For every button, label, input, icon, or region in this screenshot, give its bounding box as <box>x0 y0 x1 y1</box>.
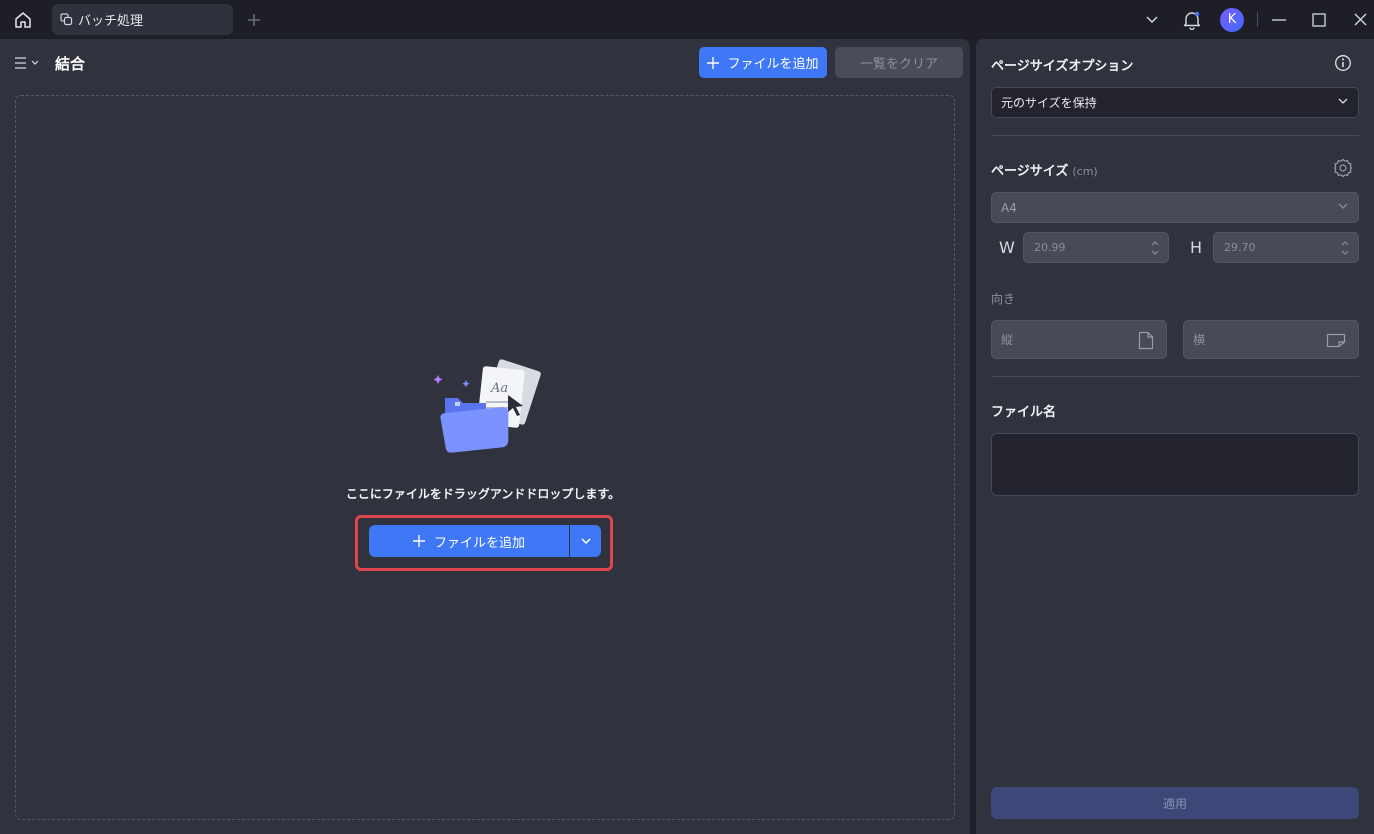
page-size-option-value: 元のサイズを保持 <box>1001 96 1097 110</box>
chevron-down-icon <box>1338 98 1348 105</box>
info-icon[interactable] <box>1334 54 1352 72</box>
apply-button[interactable]: 適用 <box>991 787 1359 819</box>
tab-pages-icon <box>60 13 74 27</box>
page-size-unit: (cm) <box>1072 165 1098 178</box>
page-size-heading: ページサイズ (cm) <box>991 160 1098 179</box>
merge-panel: 結合 ファイルを追加 一覧をクリア Aa ここにファイルをドラッグアンドドロップ… <box>0 39 970 834</box>
avatar: K <box>1220 7 1244 32</box>
home-icon <box>15 12 31 28</box>
divider <box>991 135 1359 136</box>
svg-text:Aa: Aa <box>490 381 508 396</box>
chevron-down-icon <box>1146 16 1158 23</box>
filename-input[interactable] <box>991 433 1359 496</box>
settings-panel: ページサイズオプション 元のサイズを保持 ページサイズ (cm) A4 W 20.… <box>976 39 1374 834</box>
page-size-heading-label: ページサイズ <box>991 164 1069 179</box>
chevron-down-icon <box>580 537 591 544</box>
minimize-icon <box>1272 18 1286 21</box>
menu-button[interactable] <box>14 55 42 71</box>
close-icon <box>1354 13 1366 26</box>
tabs-dropdown-button[interactable] <box>1142 0 1162 39</box>
titlebar-divider <box>1257 12 1258 27</box>
plus-icon <box>707 56 720 69</box>
landscape-button[interactable]: 横 <box>1183 320 1359 359</box>
paper-size-value: A4 <box>1001 200 1017 215</box>
title-bar: バッチ処理 K <box>0 0 1374 39</box>
landscape-icon <box>1326 333 1346 348</box>
portrait-icon <box>1138 331 1154 350</box>
chevron-down-icon <box>1338 203 1348 210</box>
height-value: 29.70 <box>1224 241 1256 254</box>
drop-instruction: ここにファイルをドラッグアンドドロップします。 <box>345 487 621 501</box>
filename-heading: ファイル名 <box>991 405 1057 420</box>
spinner-icon[interactable] <box>1341 238 1349 258</box>
add-file-main-label: ファイルを追加 <box>433 535 525 551</box>
add-file-label: ファイルを追加 <box>727 57 819 72</box>
page-size-option-select[interactable]: 元のサイズを保持 <box>991 87 1359 118</box>
landscape-label: 横 <box>1193 333 1206 347</box>
page-title: 結合 <box>55 55 86 73</box>
plus-icon <box>248 14 260 26</box>
height-label: H <box>1190 238 1203 257</box>
account-button[interactable]: K <box>1219 0 1245 39</box>
spinner-icon[interactable] <box>1151 238 1159 258</box>
bell-icon <box>1183 11 1201 30</box>
width-label: W <box>999 238 1015 257</box>
paper-size-select[interactable]: A4 <box>991 192 1359 223</box>
divider <box>991 376 1359 377</box>
maximize-button[interactable] <box>1309 0 1329 39</box>
height-input[interactable]: 29.70 <box>1213 232 1359 263</box>
maximize-icon <box>1312 12 1326 27</box>
add-file-dropdown-button[interactable] <box>570 525 601 557</box>
gear-icon[interactable] <box>1333 158 1353 178</box>
orientation-label: 向き <box>991 292 1016 306</box>
page-size-option-heading: ページサイズオプション <box>991 59 1134 74</box>
clear-list-button[interactable]: 一覧をクリア <box>835 47 963 78</box>
minimize-button[interactable] <box>1269 0 1289 39</box>
folder-files-illustration: Aa <box>433 359 541 453</box>
portrait-label: 縦 <box>1001 333 1014 347</box>
new-tab-button[interactable] <box>244 10 264 30</box>
tab-batch-processing[interactable]: バッチ処理 <box>52 4 233 35</box>
width-value: 20.99 <box>1034 241 1066 254</box>
plus-icon <box>412 535 425 547</box>
add-file-button[interactable]: ファイルを追加 <box>699 47 827 78</box>
width-input[interactable]: 20.99 <box>1023 232 1169 263</box>
portrait-button[interactable]: 縦 <box>991 320 1167 359</box>
close-button[interactable] <box>1350 0 1370 39</box>
tab-label: バッチ処理 <box>78 14 144 29</box>
notifications-button[interactable] <box>1181 0 1203 39</box>
add-file-main-button[interactable]: ファイルを追加 <box>369 525 569 557</box>
clear-list-label: 一覧をクリア <box>859 57 938 72</box>
menu-icon <box>15 57 39 69</box>
apply-label: 適用 <box>1162 796 1187 811</box>
home-button[interactable] <box>10 8 36 32</box>
